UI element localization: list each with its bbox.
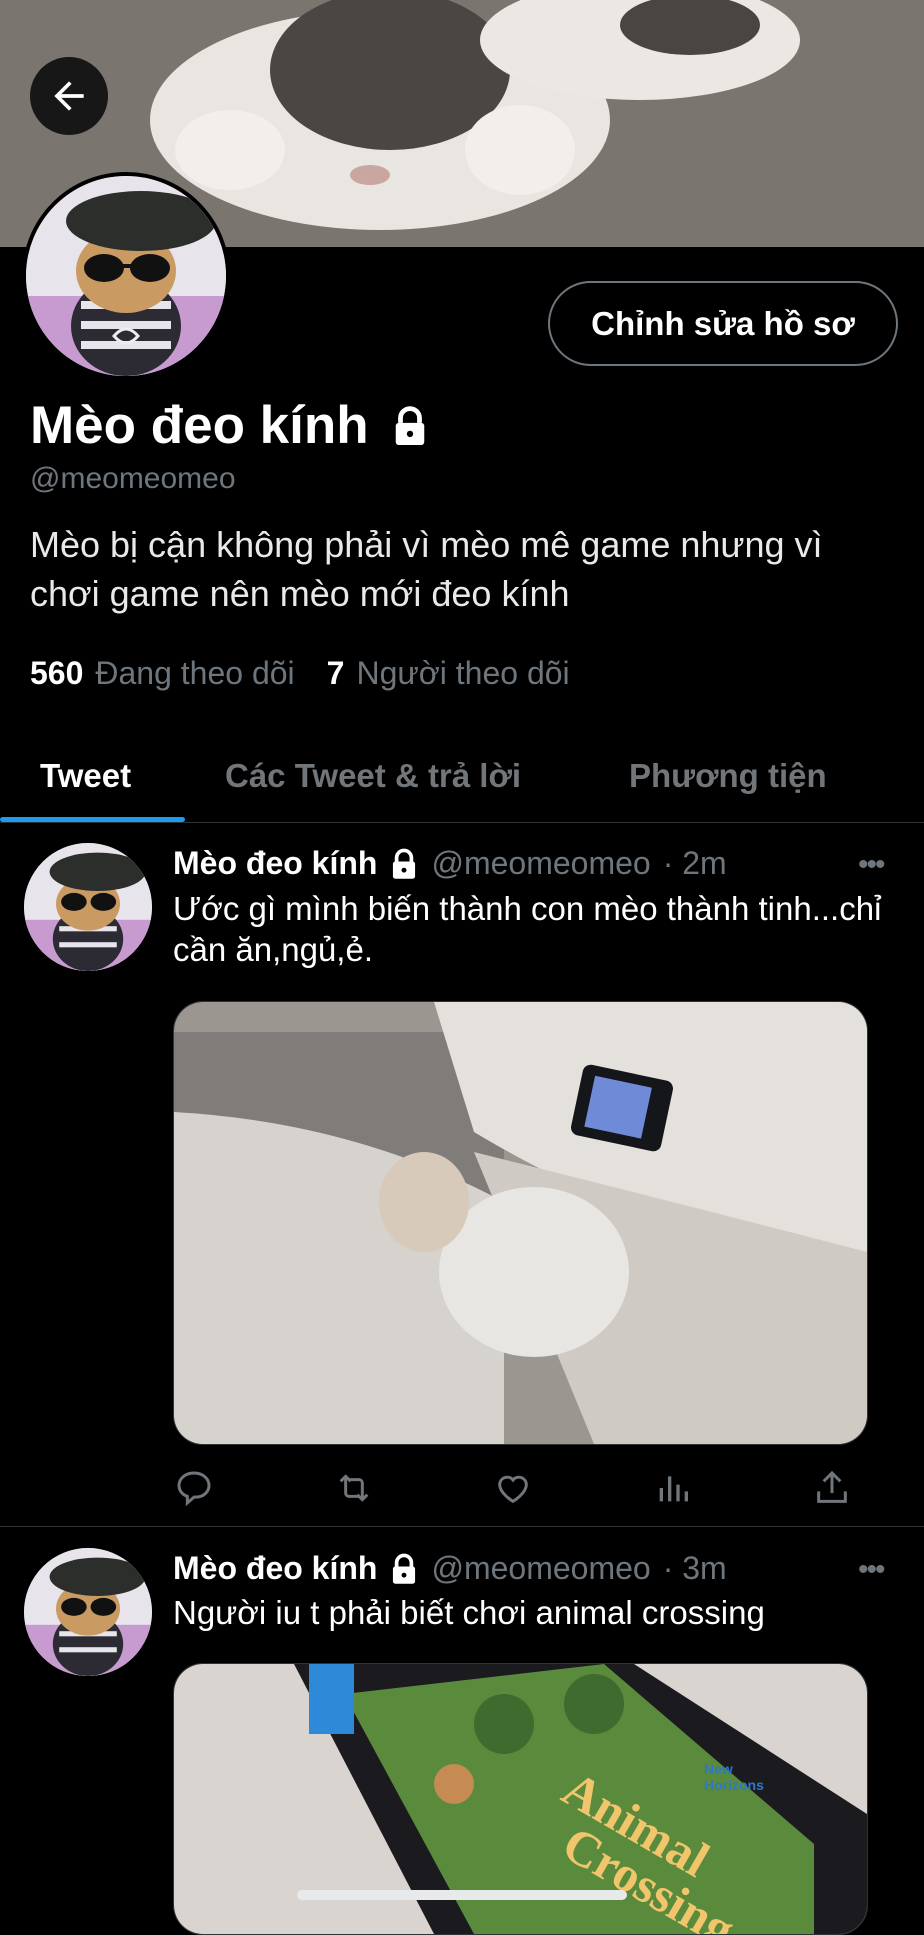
tweet-author-handle: @meomeomeo [431,1550,651,1586]
lock-icon [395,405,424,445]
following-count: 560 [30,655,84,691]
followers-label: Người theo dõi [356,655,570,691]
arrow-left-icon [54,81,84,111]
tweet-header: Mèo đeo kính @meomeomeo · 2m [173,845,727,882]
avatar-cat-image [26,176,226,376]
tweet-header: Mèo đeo kính @meomeomeo · 3m [173,1550,727,1587]
edit-profile-button[interactable]: Chỉnh sửa hồ sơ [548,281,898,366]
profile-handle: @meomeomeo [30,462,236,495]
profile-bio: Mèo bị cận không phải vì mèo mê game như… [30,524,823,614]
tweet-media-image[interactable] [173,1001,868,1445]
tweet-avatar[interactable] [24,1548,152,1676]
retweet-button[interactable] [333,1467,375,1509]
profile-tabs: Tweet Các Tweet & trả lời Phương tiện [0,730,924,822]
profile-name-row: Mèo đeo kính [30,395,429,456]
analytics-icon [659,1476,688,1502]
like-button[interactable] [492,1467,534,1509]
heart-icon [498,1475,528,1504]
more-icon[interactable]: ••• [858,1553,885,1587]
more-icon[interactable]: ••• [858,848,885,882]
tabs-divider [0,822,924,823]
lock-icon [393,1553,416,1584]
views-button[interactable] [652,1467,694,1509]
followers-stat[interactable]: 7 Người theo dõi [327,655,570,692]
share-button[interactable] [811,1467,853,1509]
cat-in-bed-photo [174,1002,867,1444]
avatar-cat-image [24,1548,152,1676]
tweet-actions [173,1467,853,1509]
game-badge-line2: Horizons [704,1777,764,1793]
retweet-icon [339,1474,368,1502]
tweet-avatar[interactable] [24,843,152,971]
tweet-author-handle: @meomeomeo [431,845,651,881]
reply-button[interactable] [173,1467,215,1509]
following-label: Đang theo dõi [95,655,295,691]
game-badge-line1: New [704,1761,733,1777]
tweet-divider [0,1526,924,1527]
tweet-author-name[interactable]: Mèo đeo kính [173,1550,377,1587]
profile-name: Mèo đeo kính [30,396,369,455]
tweet-time: · 3m [662,1550,727,1586]
reply-icon [177,1471,211,1507]
tab-tweets-and-replies[interactable]: Các Tweet & trả lời [225,730,521,822]
tweet-text: Ước gì mình biến thành con mèo thành tin… [173,890,882,968]
tweet-time: · 2m [662,845,727,881]
avatar-cat-image [24,843,152,971]
home-indicator[interactable] [297,1890,627,1900]
profile-stats: 560 Đang theo dõi 7 Người theo dõi [30,655,570,692]
following-stat[interactable]: 560 Đang theo dõi [30,655,295,692]
tweet-text: Người iu t phải biết chơi animal crossin… [173,1594,765,1631]
tab-media[interactable]: Phương tiện [629,730,827,822]
back-button[interactable] [30,57,108,135]
tab-tweet[interactable]: Tweet [40,730,131,822]
share-icon [817,1470,847,1503]
lock-icon [393,848,416,879]
tweet-author-name[interactable]: Mèo đeo kính [173,845,377,882]
profile-avatar[interactable] [22,172,230,380]
followers-count: 7 [326,655,345,691]
